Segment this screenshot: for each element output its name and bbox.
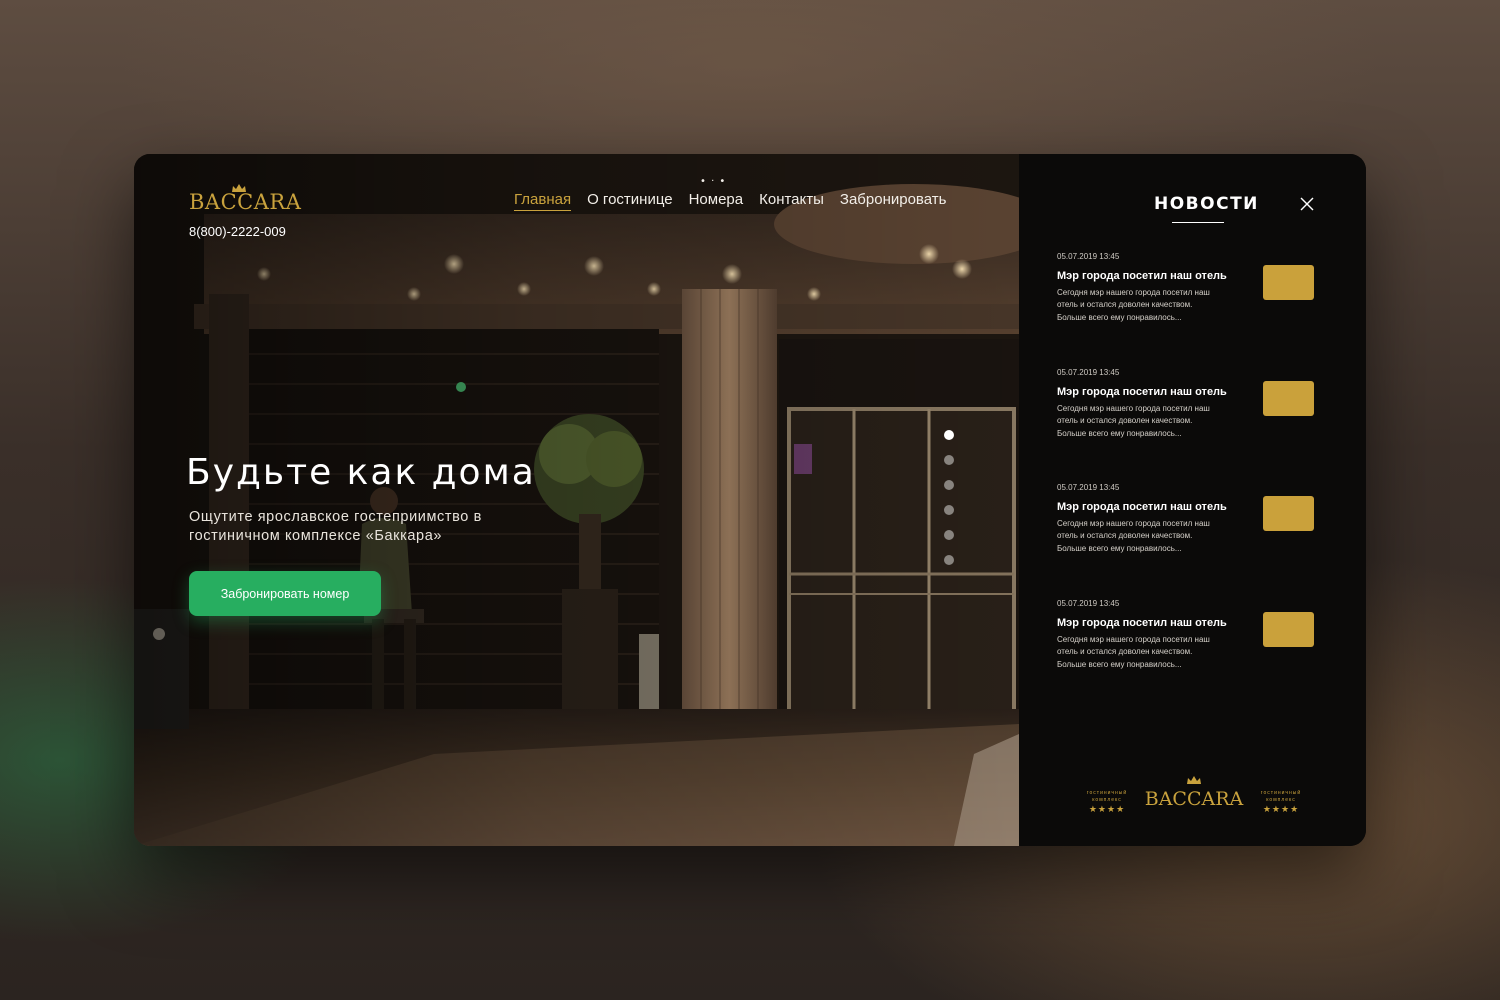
brand-logo[interactable]: BACCARA (189, 184, 302, 214)
news-item[interactable]: 05.07.2019 13:45 Мэр города посетил наш … (1057, 599, 1327, 671)
footer-logo[interactable]: гостиничный комплекс ★★★★ BACCARA гостин… (1074, 774, 1314, 824)
nav-item-home[interactable]: Главная (514, 191, 572, 211)
slide-dot-1[interactable] (944, 430, 954, 440)
news-heading: НОВОСТИ (1154, 194, 1259, 214)
footer-logo-caption-text: гостиничный комплекс (1260, 790, 1302, 803)
news-item[interactable]: 05.07.2019 13:45 Мэр города посетил наш … (1057, 483, 1327, 555)
news-date: 05.07.2019 13:45 (1057, 483, 1120, 492)
nav-indicator: • · • (700, 176, 727, 187)
news-item[interactable]: 05.07.2019 13:45 Мэр города посетил наш … (1057, 368, 1327, 440)
phone-number[interactable]: 8(800)-2222-009 (189, 224, 286, 239)
site-window: BACCARA 8(800)-2222-009 • · • Главная О … (134, 154, 1366, 846)
footer-logo-caption-text: гостиничный комплекс (1086, 790, 1128, 803)
hero-section: BACCARA 8(800)-2222-009 • · • Главная О … (134, 154, 1019, 846)
slide-dot-6[interactable] (944, 555, 954, 565)
news-thumbnail[interactable] (1263, 381, 1314, 416)
nav-item-contacts[interactable]: Контакты (759, 191, 824, 211)
footer-logo-right-caption: гостиничный комплекс ★★★★ (1248, 790, 1314, 814)
nav-item-rooms[interactable]: Номера (689, 191, 744, 211)
news-excerpt: Сегодня мэр нашего города посетил наш от… (1057, 288, 1210, 322)
slide-dot-2[interactable] (944, 455, 954, 465)
brand-name: BACCARA (189, 190, 302, 214)
hero-overlay (134, 154, 1019, 846)
nav-item-booking[interactable]: Забронировать (840, 191, 947, 211)
hero-subtitle: Ощутите ярославское гостеприимство в гос… (189, 509, 482, 544)
news-heading-underline (1172, 222, 1224, 223)
footer-logo-left-caption: гостиничный комплекс ★★★★ (1074, 790, 1140, 814)
news-item[interactable]: 05.07.2019 13:45 Мэр города посетил наш … (1057, 252, 1327, 324)
news-date: 05.07.2019 13:45 (1057, 368, 1120, 377)
main-nav: Главная О гостинице Номера Контакты Забр… (514, 191, 946, 211)
slide-dot-5[interactable] (944, 530, 954, 540)
close-icon[interactable] (1299, 196, 1315, 212)
footer-logo-name: BACCARA (1144, 788, 1244, 810)
hero-title: Будьте как дома (186, 452, 536, 493)
news-thumbnail[interactable] (1263, 265, 1314, 300)
book-room-button[interactable]: Забронировать номер (189, 571, 381, 616)
news-excerpt: Сегодня мэр нашего города посетил наш от… (1057, 635, 1210, 669)
news-panel: НОВОСТИ 05.07.2019 13:45 Мэр города посе… (1019, 154, 1366, 846)
stars-icon: ★★★★ (1262, 804, 1300, 814)
news-date: 05.07.2019 13:45 (1057, 599, 1120, 608)
nav-item-about[interactable]: О гостинице (587, 191, 673, 211)
news-excerpt: Сегодня мэр нашего города посетил наш от… (1057, 404, 1210, 438)
slide-dot-4[interactable] (944, 505, 954, 515)
stars-icon: ★★★★ (1088, 804, 1126, 814)
slide-dot-3[interactable] (944, 480, 954, 490)
news-thumbnail[interactable] (1263, 612, 1314, 647)
news-thumbnail[interactable] (1263, 496, 1314, 531)
news-date: 05.07.2019 13:45 (1057, 252, 1120, 261)
news-excerpt: Сегодня мэр нашего города посетил наш от… (1057, 519, 1210, 553)
slider-dots (944, 430, 954, 565)
crown-icon (1187, 776, 1201, 784)
